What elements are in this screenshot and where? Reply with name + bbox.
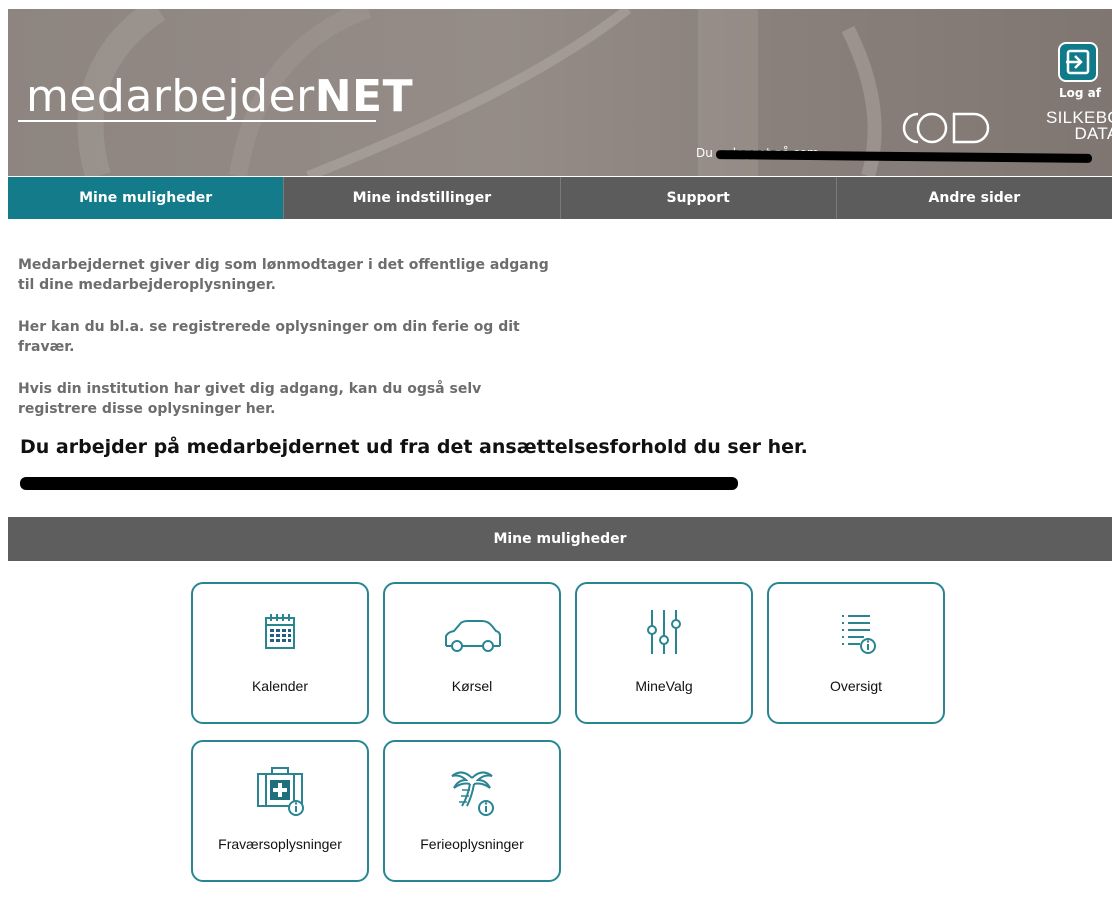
tile-label: Oversigt [829, 678, 883, 694]
first-aid-kit-icon [193, 764, 367, 820]
car-icon [385, 606, 559, 662]
tab-andre-sider[interactable]: Andre sider [837, 177, 1112, 219]
brand-logo: medarbejderNET [26, 71, 413, 122]
intro-paragraph: Hvis din institution har givet dig adgan… [18, 381, 482, 417]
tile-label: Kalender [251, 678, 309, 694]
silkeborg-data-logo [902, 112, 990, 144]
palm-tree-icon [385, 764, 559, 820]
intro-text: Medarbejdernet giver dig som lønmodtager… [18, 255, 558, 441]
redaction-bar [715, 150, 1093, 163]
tile-fravaersoplysninger[interactable]: Fraværsoplysninger [191, 740, 369, 882]
tab-mine-indstillinger[interactable]: Mine indstillinger [284, 177, 561, 219]
main-nav-tabs: Mine muligheder Mine indstillinger Suppo… [8, 177, 1112, 219]
tile-ferieoplysninger[interactable]: Ferieoplysninger [383, 740, 561, 882]
tab-mine-muligheder[interactable]: Mine muligheder [8, 177, 285, 219]
tile-kalender[interactable]: Kalender [191, 582, 369, 724]
tile-oversigt[interactable]: Oversigt [767, 582, 945, 724]
intro-paragraph: Her kan du bl.a. se registrerede oplysni… [18, 319, 520, 355]
section-title-bar: Mine muligheder [8, 517, 1112, 561]
logout-label[interactable]: Log af [1050, 86, 1110, 100]
brand-light-text: medarbejder [26, 71, 315, 122]
employment-headline: Du arbejder på medarbejdernet ud fra det… [20, 436, 808, 458]
brand-bold-text: NET [314, 71, 414, 122]
tile-label: MineValg [635, 678, 693, 694]
tile-label: Kørsel [451, 678, 493, 694]
brand-underline [18, 120, 376, 122]
sliders-icon [577, 606, 751, 662]
logged-in-status: Du er logget på som [696, 146, 1100, 166]
tile-label: Ferieoplysninger [420, 836, 524, 852]
redaction-bar [20, 477, 738, 490]
calendar-icon [193, 606, 367, 662]
company-line-2: DATA [1074, 124, 1112, 143]
logout-icon [1066, 49, 1090, 75]
tab-support[interactable]: Support [561, 177, 837, 219]
list-info-icon [769, 606, 943, 662]
logout-button[interactable] [1058, 42, 1098, 82]
tile-korsel[interactable]: Kørsel [383, 582, 561, 724]
intro-paragraph: Medarbejdernet giver dig som lønmodtager… [18, 257, 549, 293]
tile-label: Fraværsoplysninger [218, 836, 342, 852]
company-name: SILKEBORG DATA [1046, 109, 1112, 143]
tile-minevalg[interactable]: MineValg [575, 582, 753, 724]
